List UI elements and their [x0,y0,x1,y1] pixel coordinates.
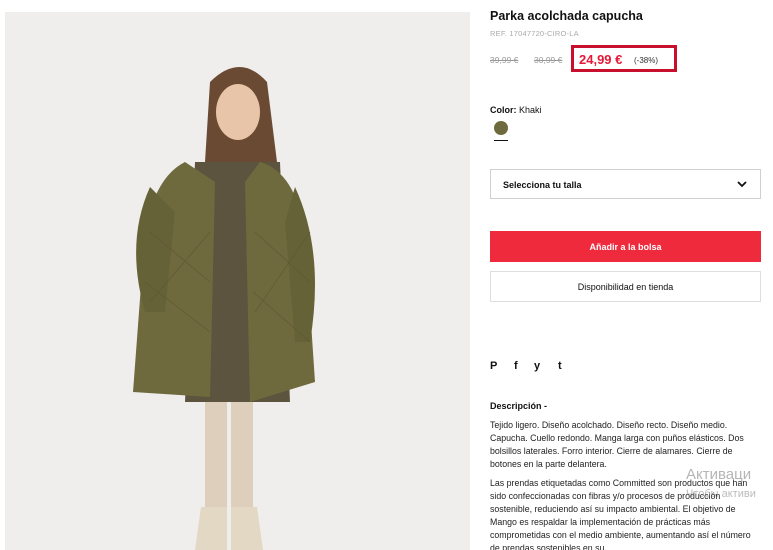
pinterest-icon[interactable]: P [490,360,497,372]
tumblr-icon[interactable]: t [558,360,562,372]
size-select[interactable]: Selecciona tu talla [490,169,761,199]
discount-badge: (-38%) [634,56,659,65]
os-activation-watermark-sub: Чтобы активи [686,488,756,500]
description-title[interactable]: Descripción - [490,401,547,411]
color-value: Khaki [519,105,542,115]
current-price: 24,99 € [579,52,623,67]
store-availability-button[interactable]: Disponibilidad en tienda [490,271,761,302]
facebook-icon[interactable]: f [514,360,518,372]
twitter-icon[interactable]: y [534,360,540,372]
add-to-bag-label: Añadir a la bolsa [589,242,662,252]
os-activation-watermark: Активаци [686,466,752,483]
color-label-key: Color: [490,105,517,115]
product-ref: REF. 17047720-CIRO-LA [490,29,579,38]
description-paragraph-1: Tejido ligero. Diseño acolchado. Diseño … [490,420,744,469]
chevron-down-icon [737,181,747,188]
product-image[interactable] [5,12,470,550]
size-select-label: Selecciona tu talla [503,180,582,190]
original-price: 39,99 € [490,55,519,65]
previous-price: 30,99 € [534,55,563,65]
add-to-bag-button[interactable]: Añadir a la bolsa [490,231,761,262]
selected-swatch-indicator [494,140,508,141]
color-label: Color: Khaki [490,105,542,115]
current-price-highlight: 24,99 € (-38%) [571,45,677,72]
store-availability-label: Disponibilidad en tienda [577,282,674,292]
girl-in-parka-photo [5,12,470,550]
color-swatch-khaki[interactable] [494,121,508,135]
product-title: Parka acolchada capucha [490,9,643,23]
